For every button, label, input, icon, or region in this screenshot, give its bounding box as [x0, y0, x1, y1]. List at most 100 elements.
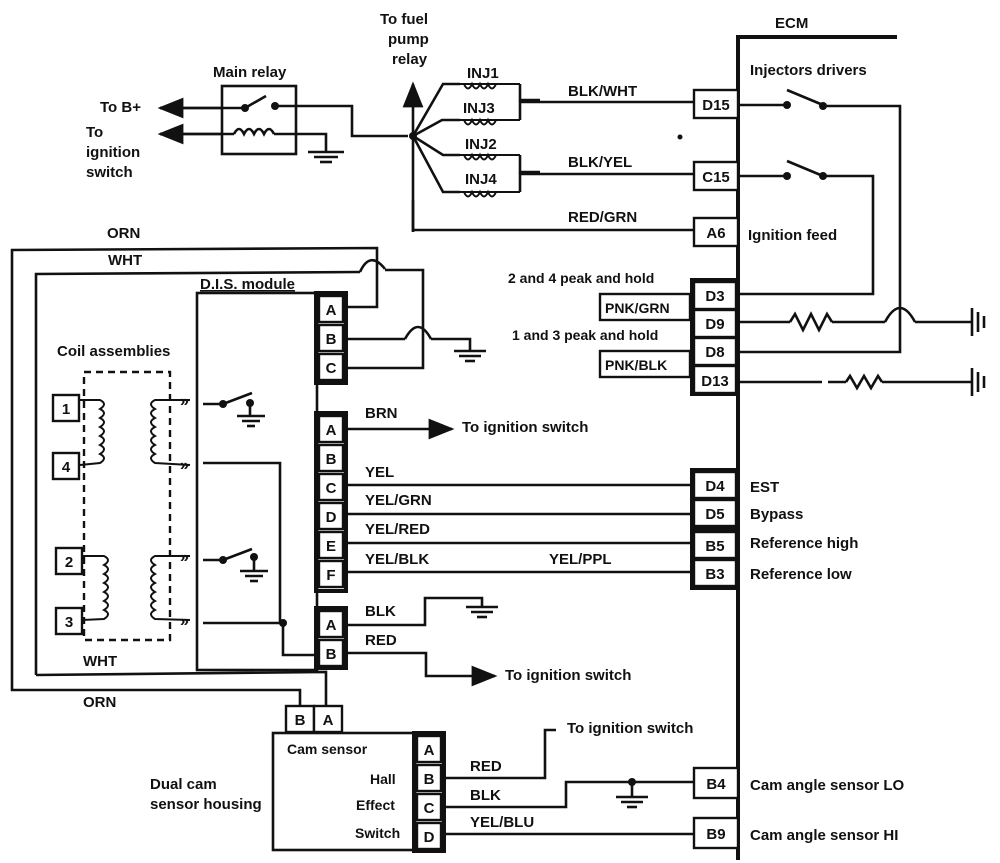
svg-text:D3: D3 [705, 288, 724, 305]
dis-module-box [195, 291, 319, 672]
ecm-border [736, 35, 897, 860]
wire-label-yel-grn: YEL/GRN [365, 492, 432, 509]
svg-text:C: C [424, 800, 435, 817]
svg-text:B: B [326, 646, 337, 663]
peak-hold-1-3-label: 1 and 3 peak and hold [512, 327, 658, 343]
ecm-label: ECM [775, 15, 808, 32]
to-bplus-label: To B+ [100, 99, 141, 116]
dis-internal-switch-1 [203, 391, 265, 428]
wire-label-orn-bottom: ORN [83, 694, 116, 711]
wire-label-pnk-blk: PNK/BLK [605, 357, 667, 373]
hall-label: Hall [370, 771, 396, 787]
ignition-feed-label: Ignition feed [748, 227, 837, 244]
wire-crossover-icon [403, 325, 433, 340]
svg-text:B: B [295, 712, 306, 729]
relay-coil-icon [232, 127, 276, 137]
inj4-label: INJ4 [465, 171, 497, 188]
reference-high-label: Reference high [750, 535, 858, 552]
spark-gap-icon: » [180, 549, 189, 566]
svg-text:B: B [424, 771, 435, 788]
main-relay-label: Main relay [213, 64, 287, 81]
wire-label-yel-ppl: YEL/PPL [549, 551, 612, 568]
ground-icon [616, 795, 648, 809]
wire-label-yel: YEL [365, 464, 394, 481]
svg-text:relay: relay [392, 51, 428, 68]
svg-text:1: 1 [62, 401, 70, 418]
dis-module-label: D.I.S. module [200, 276, 295, 293]
svg-text:B: B [326, 331, 337, 348]
main-relay-box [220, 84, 298, 156]
svg-text:A: A [326, 302, 337, 319]
coil-assemblies: Coil assemblies 1 4 2 3 » » » » [51, 343, 191, 642]
dis-internal-switch-2 [203, 547, 268, 583]
wire-label-wht: WHT [108, 252, 142, 269]
cam-angle-lo-label: Cam angle sensor LO [750, 777, 905, 794]
svg-text:D8: D8 [705, 344, 724, 361]
primary-winding-icon [81, 555, 109, 621]
injector-driver-switch-1 [738, 88, 902, 319]
svg-text:switch: switch [86, 164, 133, 181]
chassis-ground-icon [970, 308, 986, 336]
wire-label-cam-red: RED [470, 758, 502, 775]
wire-label-blk: BLK [365, 603, 396, 620]
to-ignition-switch-label-1: To ignition switch [462, 419, 588, 436]
svg-text:4: 4 [62, 459, 71, 476]
svg-text:A: A [326, 617, 337, 634]
svg-text:ignition: ignition [86, 144, 140, 161]
wire-label-blk-wht: BLK/WHT [568, 83, 637, 100]
wire-crossover-icon [358, 258, 387, 273]
reference-low-label: Reference low [750, 566, 852, 583]
svg-text:A: A [326, 422, 337, 439]
injectors: INJ1 INJ3 INJ2 INJ4 [411, 65, 540, 198]
svg-text:D15: D15 [702, 97, 730, 114]
svg-text:D9: D9 [705, 316, 724, 333]
svg-text:D13: D13 [701, 373, 729, 390]
wire-label-red-grn: RED/GRN [568, 209, 637, 226]
svg-text:B9: B9 [706, 826, 725, 843]
wire-label-pnk-grn: PNK/GRN [605, 300, 670, 316]
wire-label-yel-blk: YEL/BLK [365, 551, 429, 568]
svg-text:2: 2 [65, 554, 73, 571]
svg-text:C15: C15 [702, 169, 730, 186]
svg-text:F: F [326, 567, 335, 584]
resistor-icon [788, 311, 834, 333]
inj3-label: INJ3 [463, 100, 495, 117]
peak-hold-2-4-label: 2 and 4 peak and hold [508, 270, 654, 286]
cam-sensor: B A Cam sensor Hall Effect Switch A B C … [150, 704, 446, 853]
injectors-drivers-label: Injectors drivers [750, 62, 867, 79]
to-ignition-label: To [86, 124, 103, 141]
sensor-housing-label: sensor housing [150, 796, 262, 813]
to-ignition-switch-label-2: To ignition switch [505, 667, 631, 684]
inj1-label: INJ1 [467, 65, 499, 82]
spark-gap-icon: » [180, 457, 189, 474]
wire-label-cam-blk: BLK [470, 787, 501, 804]
svg-text:To fuel: To fuel [380, 11, 428, 28]
svg-text:D: D [326, 509, 337, 526]
wire-label-wht-bottom: WHT [83, 653, 117, 670]
switch-label: Switch [355, 825, 400, 841]
wire-label-yel-red: YEL/RED [365, 521, 430, 538]
coil-assembly-outline [82, 370, 172, 642]
svg-text:A: A [323, 712, 334, 729]
svg-text:D5: D5 [705, 506, 724, 523]
svg-text:3: 3 [65, 614, 73, 631]
svg-text:E: E [326, 538, 336, 555]
ground-icon [308, 150, 344, 164]
svg-text:A6: A6 [706, 225, 725, 242]
svg-text:D: D [424, 829, 435, 846]
wire-label-yel-blu: YEL/BLU [470, 814, 534, 831]
wire-label-orn: ORN [107, 225, 140, 242]
to-ignition-switch-label-3: To ignition switch [567, 720, 693, 737]
cam-angle-hi-label: Cam angle sensor HI [750, 827, 898, 844]
chassis-ground-icon [970, 368, 986, 396]
svg-text:B4: B4 [706, 776, 726, 793]
cam-sensor-label: Cam sensor [287, 741, 368, 757]
bypass-label: Bypass [750, 506, 803, 523]
wire-label-red: RED [365, 632, 397, 649]
ground-icon [466, 605, 498, 619]
svg-text:pump: pump [388, 31, 429, 48]
est-label: EST [750, 479, 779, 496]
svg-text:C: C [326, 360, 337, 377]
dual-cam-label: Dual cam [150, 776, 217, 793]
wire-label-brn: BRN [365, 405, 398, 422]
